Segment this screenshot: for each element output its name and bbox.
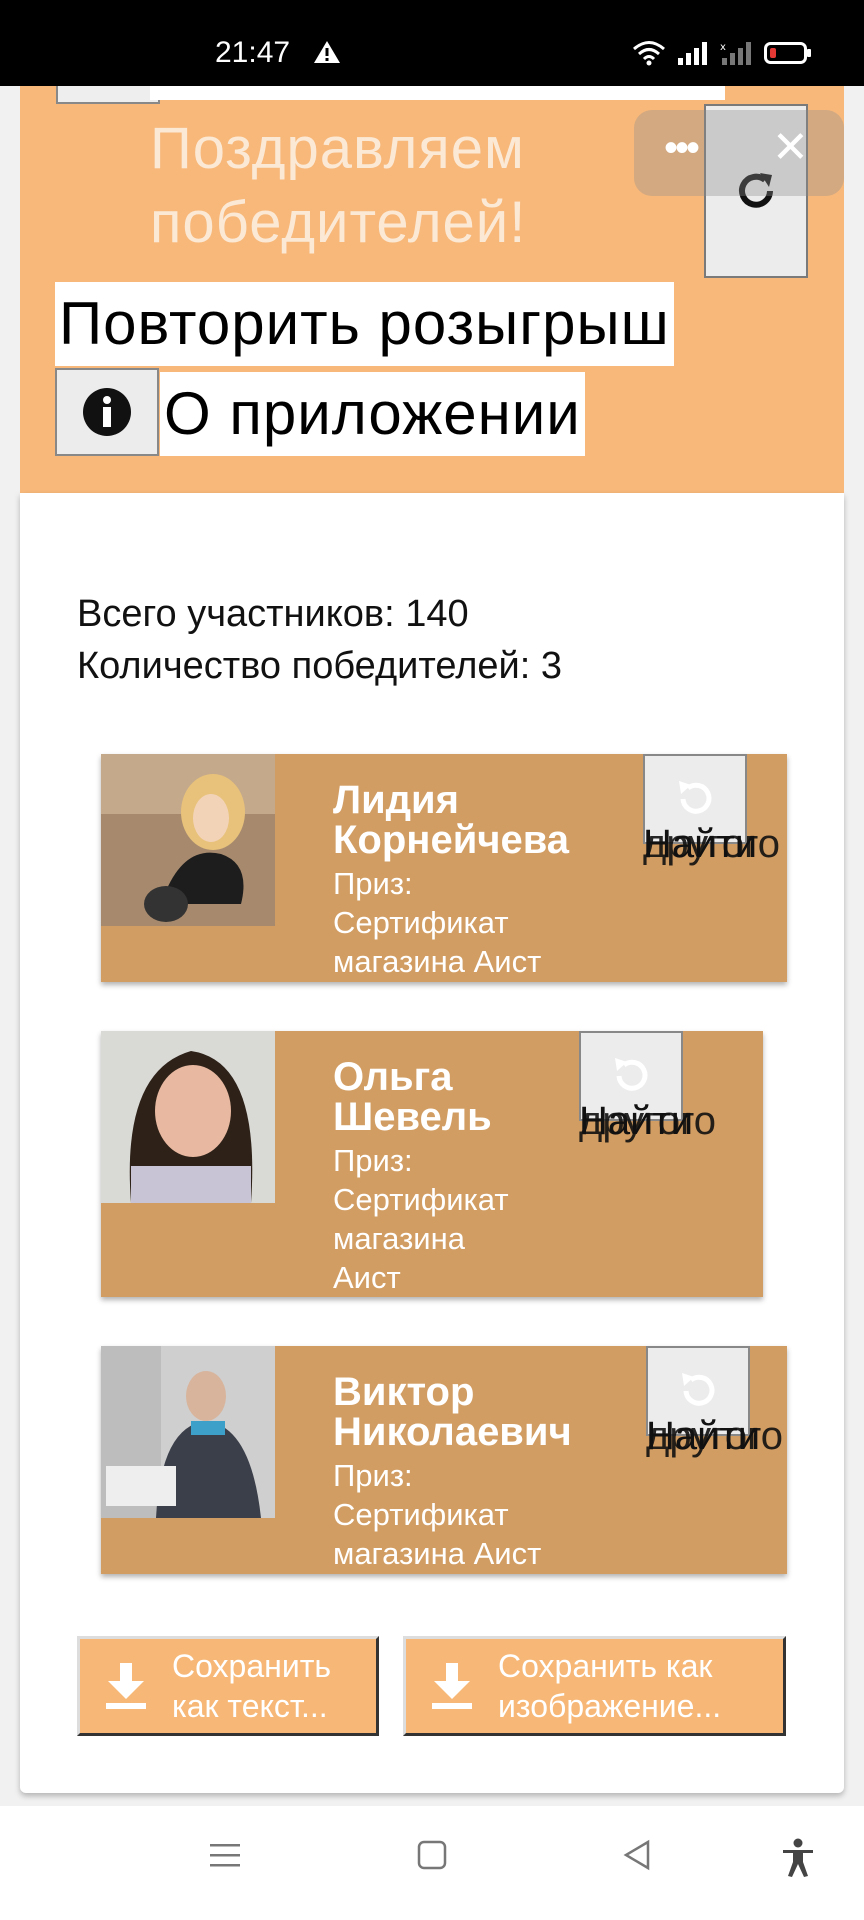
winner-photo [101, 1346, 275, 1518]
svg-text:x: x [720, 42, 726, 53]
signal-icon [678, 42, 707, 65]
reroll-label[interactable]: Найти другого [646, 1414, 783, 1459]
close-icon[interactable]: ✕ [772, 122, 809, 173]
winner-card: Ольга Шевель Приз: Сертификат магазина А… [101, 1031, 763, 1297]
reroll-label[interactable]: Найти другого [643, 822, 780, 867]
battery-icon [764, 42, 811, 64]
winner-photo [101, 754, 275, 926]
signal-2-icon: x [720, 42, 751, 65]
more-icon[interactable]: ••• [664, 126, 700, 171]
save-as-image-button[interactable]: Сохранить как изображение... [403, 1636, 786, 1736]
partial-top-button[interactable] [56, 86, 160, 104]
winner-name: Лидия Корнейчева [333, 778, 570, 862]
back-icon[interactable] [620, 1838, 654, 1872]
congrats-title: Поздравляем победителей! [150, 112, 610, 260]
congrats-line-2: победителей! [150, 190, 527, 255]
reroll-label[interactable]: Найти другого [579, 1099, 716, 1144]
about-label[interactable]: О приложении [160, 372, 585, 456]
status-bar: 21:47 x [0, 0, 864, 86]
wifi-icon [633, 41, 665, 66]
stats-block: Всего участников: 140 Количество победит… [77, 588, 562, 692]
winners-count: Количество победителей: 3 [77, 645, 563, 687]
status-time: 21:47 [215, 36, 291, 69]
undo-icon [682, 1373, 715, 1406]
winner-photo [101, 1031, 275, 1203]
menu-icon[interactable] [208, 1838, 242, 1872]
winner-prize: Приз: Сертификат магазина Аист [333, 866, 542, 979]
download-icon [406, 1661, 498, 1711]
undo-icon [679, 781, 712, 814]
winner-prize: Приз: Сертификат магазина Аист [333, 1458, 542, 1571]
floating-menu: ••• ✕ [634, 110, 844, 196]
warning-icon [313, 40, 341, 69]
partial-top-label [150, 86, 725, 100]
system-nav-bar [0, 1806, 864, 1920]
winner-name: Виктор Николаевич [333, 1370, 572, 1454]
about-button[interactable] [55, 368, 159, 456]
home-icon[interactable] [416, 1838, 448, 1872]
info-icon [83, 388, 131, 436]
winner-name: Ольга Шевель [333, 1055, 492, 1139]
save-as-text-button[interactable]: Сохранить как текст... [77, 1636, 379, 1736]
winner-card: Виктор Николаевич Приз: Сертификат магаз… [101, 1346, 787, 1574]
total-participants: Всего участников: 140 [77, 593, 469, 635]
repeat-draw-button[interactable]: Повторить розыгрыш [55, 282, 674, 366]
undo-icon [615, 1058, 648, 1091]
accessibility-icon[interactable] [780, 1838, 816, 1878]
save-as-image-label: Сохранить как изображение... [498, 1648, 722, 1724]
download-icon [80, 1661, 172, 1711]
save-as-text-label: Сохранить как текст... [172, 1648, 332, 1724]
winner-prize: Приз: Сертификат магазина Аист [333, 1143, 509, 1295]
winner-card: Лидия Корнейчева Приз: Сертификат магази… [101, 754, 787, 982]
congrats-line-1: Поздравляем [150, 116, 525, 181]
